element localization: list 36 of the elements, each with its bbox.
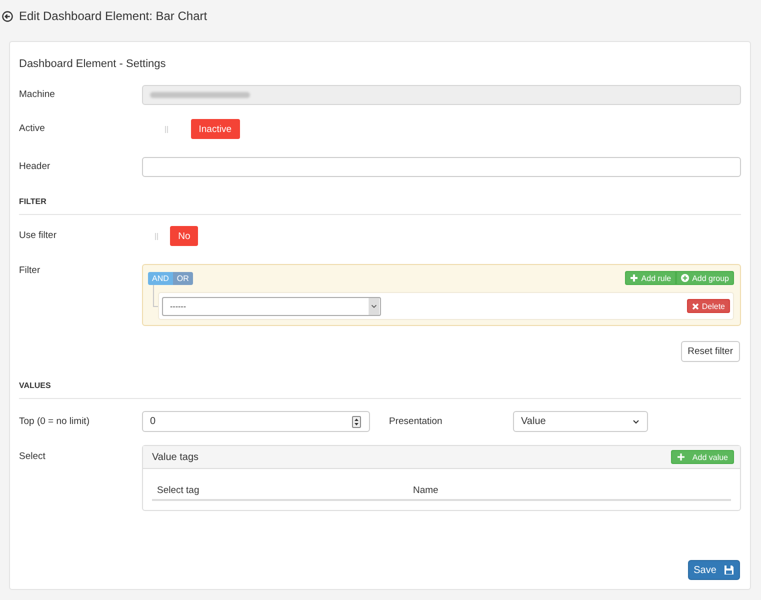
close-icon: [692, 302, 699, 310]
plus-icon: [677, 453, 686, 461]
field-label: Machine: [19, 88, 55, 102]
chevron-down-icon: [633, 420, 639, 424]
condition-button[interactable]: OR: [172, 272, 193, 284]
condition-button[interactable]: AND: [148, 272, 173, 284]
back-arrow-icon[interactable]: [2, 10, 13, 22]
spinner-icon[interactable]: [352, 416, 361, 428]
column-header: Select tag: [156, 484, 200, 496]
section-title: FILTER: [19, 194, 741, 215]
page-title: Edit Dashboard Element: Bar Chart: [19, 9, 208, 23]
delete-button[interactable]: Delete: [686, 299, 730, 313]
add-group-button[interactable]: Add group: [676, 271, 734, 285]
number-input[interactable]: 0: [142, 411, 370, 432]
panel-title: Value tags: [152, 452, 199, 462]
presentation-select[interactable]: Value: [513, 411, 648, 432]
grip-icon: [164, 126, 168, 132]
column-header: Name: [412, 484, 438, 496]
reset-filter-button[interactable]: Reset filter: [680, 341, 740, 362]
rule-select[interactable]: ------: [162, 296, 381, 316]
plus-circle-icon: [681, 274, 690, 282]
field-label: Filter: [19, 264, 40, 278]
field-label: Select: [19, 450, 46, 464]
field-label: Top (0 = no limit): [19, 414, 90, 428]
field-label: Header: [19, 160, 50, 174]
header-input[interactable]: [142, 157, 741, 177]
add-rule-button[interactable]: Add rule: [625, 271, 676, 285]
field-label: Active: [19, 122, 45, 136]
save-button[interactable]: Save: [688, 560, 740, 580]
add-value-button[interactable]: Add value: [671, 450, 734, 464]
field-label: Presentation: [388, 414, 442, 428]
grip-icon: [154, 232, 158, 240]
field-label: Use filter: [19, 229, 56, 243]
section-title: VALUES: [19, 378, 741, 399]
card-heading: Dashboard Element - Settings: [19, 57, 166, 72]
plus-icon: [630, 274, 638, 282]
